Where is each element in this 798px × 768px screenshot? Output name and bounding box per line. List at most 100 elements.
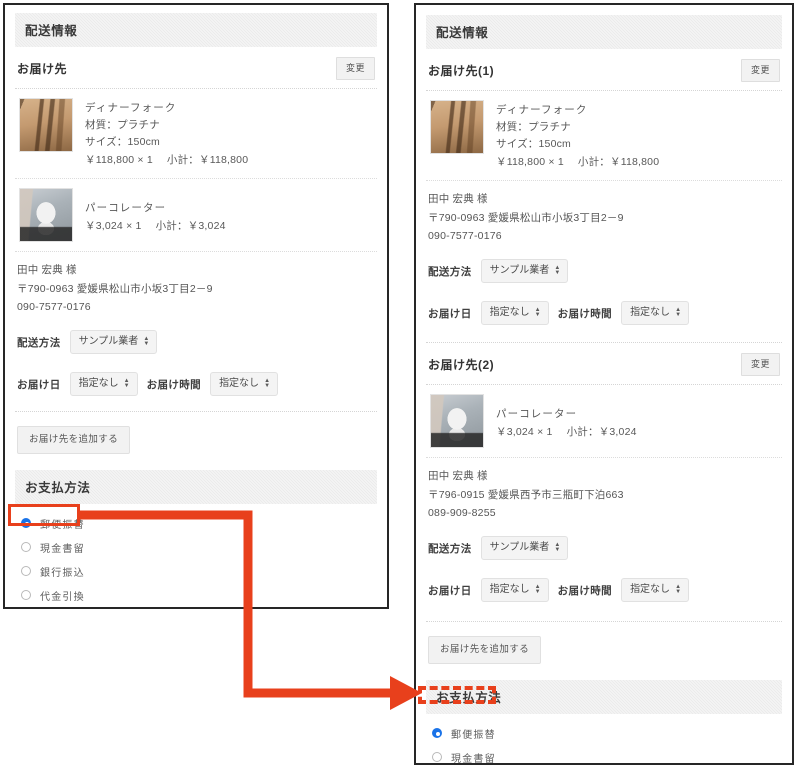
delivery-time-select[interactable]: 指定なし ▲ ▼ (210, 372, 279, 397)
item-details: パーコレーター ￥3,024 × 1 小計：￥3,024 (85, 188, 226, 235)
shipping-method-label: 配送方法 (428, 542, 472, 555)
shipping-method-value: サンプル業者 (489, 265, 550, 277)
recipient-phone: 089-909-8255 (428, 507, 496, 520)
recipient-name: 田中 宏典 様 (428, 470, 488, 483)
shipping-method-label: 配送方法 (17, 336, 61, 349)
percolator-photo (430, 394, 484, 449)
item-subtotal: 小計：￥3,024 (566, 426, 637, 439)
payment-method-header: お支払方法 (426, 679, 782, 714)
payment-option-label: 現金書留 (451, 753, 496, 765)
payment-option-row[interactable]: 銀行振込 (17, 560, 375, 584)
chevron-updown-icon: ▲ ▼ (675, 307, 682, 319)
chevron-updown-icon: ▲ ▼ (534, 584, 541, 596)
radio-unselected-icon[interactable] (21, 542, 31, 553)
item-attr-size: サイズ：150cm (496, 138, 572, 150)
shipping-method-select[interactable]: サンプル業者 ▲ ▼ (480, 259, 569, 284)
payment-option-label: 現金書留 (40, 543, 85, 555)
left-panel-content: 配送情報 お届け先 変更 ディナーフォーク 材質：プラチナ サイズ：150cm … (5, 5, 387, 607)
change-address-2-button[interactable]: 変更 (740, 353, 780, 377)
recipient-postal-address: 〒790-0963 愛媛県松山市小坂3丁目2－9 (17, 282, 213, 295)
dinner-fork-photo (430, 100, 484, 154)
shipping-method-row: 配送方法 サンプル業者 ▲ ▼ (15, 321, 377, 363)
delivery-date-value: 指定なし (489, 307, 530, 319)
radio-selected-icon[interactable] (432, 728, 442, 739)
right-screenshot-panel: 配送情報 お届け先(1) 変更 ディナーフォーク 材質：プラチナ サイズ：150… (414, 3, 794, 765)
item-name: ディナーフォーク (85, 102, 177, 114)
payment-option-row[interactable]: 郵便振替 (17, 512, 375, 536)
chevron-updown-icon: ▲ ▼ (264, 378, 271, 390)
order-item-row: ディナーフォーク 材質：プラチナ サイズ：150cm ￥118,800 × 1 小… (15, 89, 377, 178)
change-address-1-button[interactable]: 変更 (740, 59, 780, 82)
delivery-datetime-row: お届け日 指定なし ▲ ▼ お届け時間 指定なし ▲ ▼ (15, 363, 377, 405)
shipping-method-row: 配送方法 サンプル業者 ▲ ▼ (426, 527, 782, 569)
order-item-row: パーコレーター ￥3,024 × 1 小計：￥3,024 (426, 385, 782, 457)
delivery-time-value: 指定なし (219, 378, 260, 390)
item-details: ディナーフォーク 材質：プラチナ サイズ：150cm ￥118,800 × 1 小… (496, 100, 659, 171)
payment-option-label: 銀行振込 (40, 567, 85, 579)
left-screenshot-panel: 配送情報 お届け先 変更 ディナーフォーク 材質：プラチナ サイズ：150cm … (3, 3, 389, 609)
item-unit-price: ￥3,024 × 1 (496, 426, 553, 439)
payment-option-row[interactable]: 現金書留 (428, 746, 780, 765)
delivery-time-value: 指定なし (630, 584, 671, 596)
recipient-name: 田中 宏典 様 (17, 264, 77, 276)
recipient-postal-address: 〒796-0915 愛媛県西予市三瓶町下泊663 (428, 488, 624, 501)
add-address-row: お届け先を追加する (15, 412, 377, 470)
item-name: パーコレーター (85, 202, 167, 214)
dinner-fork-photo (19, 98, 73, 152)
item-unit-price: ￥118,800 × 1 (496, 156, 564, 168)
item-price-line: ￥3,024 × 1 小計：￥3,024 (496, 424, 637, 441)
recipient-name: 田中 宏典 様 (428, 193, 488, 205)
delivery-date-select[interactable]: 指定なし ▲ ▼ (480, 301, 549, 326)
chevron-updown-icon: ▲ ▼ (534, 307, 541, 319)
delivery-date-select[interactable]: 指定なし ▲ ▼ (480, 578, 549, 603)
payment-option-label: 郵便振替 (40, 519, 85, 531)
payment-method-list: 郵便振替 現金書留 銀行振込 (426, 714, 782, 765)
radio-selected-icon[interactable] (21, 518, 31, 529)
delivery-time-select[interactable]: 指定なし ▲ ▼ (621, 301, 690, 326)
shipping-method-row: 配送方法 サンプル業者 ▲ ▼ (426, 250, 782, 292)
delivery-date-label: お届け日 (17, 378, 61, 391)
add-address-button[interactable]: お届け先を追加する (17, 426, 131, 454)
shipping-address-block: 田中 宏典 様 〒790-0963 愛媛県松山市小坂3丁目2－9 090-757… (15, 252, 377, 321)
right-panel-content: 配送情報 お届け先(1) 変更 ディナーフォーク 材質：プラチナ サイズ：150… (416, 5, 792, 763)
item-unit-price: ￥3,024 × 1 (85, 220, 142, 232)
item-subtotal: 小計：￥118,800 (166, 154, 249, 166)
shipping-method-select[interactable]: サンプル業者 ▲ ▼ (480, 536, 569, 561)
payment-method-header: お支払方法 (15, 469, 377, 504)
payment-method-list: 郵便振替 現金書留 銀行振込 代金引換 (15, 504, 377, 607)
payment-option-row[interactable]: 現金書留 (17, 536, 375, 560)
delivery-date-select[interactable]: 指定なし ▲ ▼ (69, 372, 138, 397)
chevron-updown-icon: ▲ ▼ (554, 542, 561, 554)
payment-option-row-cod[interactable]: 代金引換 (17, 584, 375, 607)
change-address-button[interactable]: 変更 (335, 57, 375, 80)
delivery-time-label: お届け時間 (146, 378, 202, 391)
destination-title: お届け先 (17, 62, 68, 76)
delivery-time-select[interactable]: 指定なし ▲ ▼ (621, 578, 690, 603)
recipient-phone: 090-7577-0176 (17, 301, 91, 314)
destination-1-title-row: お届け先(1) 変更 (426, 49, 782, 90)
radio-unselected-icon[interactable] (432, 752, 442, 763)
recipient-postal-address: 〒790-0963 愛媛県松山市小坂3丁目2－9 (428, 211, 624, 224)
radio-unselected-icon[interactable] (21, 566, 31, 577)
destination-title-row: お届け先 変更 (15, 47, 377, 88)
item-attr-material: 材質：プラチナ (496, 121, 571, 133)
recipient-phone: 090-7577-0176 (428, 230, 502, 243)
chevron-updown-icon: ▲ ▼ (143, 336, 150, 348)
radio-unselected-icon[interactable] (21, 590, 31, 601)
delivery-date-label: お届け日 (428, 307, 472, 320)
delivery-datetime-row: お届け日 指定なし ▲ ▼ お届け時間 指定なし ▲ ▼ (426, 569, 782, 611)
destination-1-title: お届け先(1) (428, 64, 495, 78)
shipping-method-select[interactable]: サンプル業者 ▲ ▼ (69, 330, 158, 355)
delivery-date-value: 指定なし (489, 584, 530, 596)
add-address-button[interactable]: お届け先を追加する (428, 636, 542, 664)
shipping-method-value: サンプル業者 (489, 542, 550, 554)
item-price-line: ￥118,800 × 1 小計：￥118,800 (85, 152, 248, 169)
item-attr-size: サイズ：150cm (85, 136, 161, 148)
chevron-updown-icon: ▲ ▼ (123, 378, 130, 390)
shipping-info-header: 配送情報 (15, 13, 377, 47)
payment-option-row[interactable]: 郵便振替 (428, 722, 780, 746)
delivery-time-label: お届け時間 (557, 307, 613, 320)
item-price-line: ￥118,800 × 1 小計：￥118,800 (496, 154, 659, 171)
item-name: ディナーフォーク (496, 104, 588, 116)
shipping-method-value: サンプル業者 (78, 336, 139, 348)
